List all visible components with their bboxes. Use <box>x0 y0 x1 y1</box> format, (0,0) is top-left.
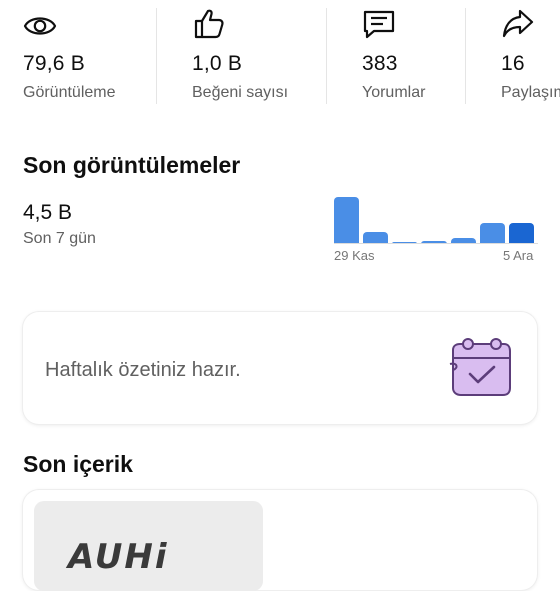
likes-value: 1,0 B <box>192 52 243 75</box>
shares-label: Paylaşım <box>501 84 560 101</box>
content-thumbnail[interactable]: AUHi <box>34 501 263 591</box>
share-icon <box>502 9 534 38</box>
recent-views-period: Son 7 gün <box>23 230 96 247</box>
divider <box>156 8 157 104</box>
chart-baseline <box>334 243 538 244</box>
weekly-summary-card[interactable]: Haftalık özetiniz hazır. <box>23 312 537 424</box>
likes-label: Beğeni sayısı <box>192 84 289 101</box>
recent-content-card[interactable]: AUHi <box>23 490 537 591</box>
comments-value: 383 <box>362 52 398 75</box>
chart-start-label: 29 Kas <box>334 248 375 263</box>
divider <box>326 8 327 104</box>
stats-row: 79,6 B Görüntüleme 1,0 B Beğeni sayısı 3… <box>0 0 560 108</box>
thumbs-up-icon <box>194 9 224 39</box>
chart-bar <box>479 223 505 244</box>
views-bar-chart[interactable] <box>334 194 538 244</box>
shares-value: 16 <box>501 52 525 75</box>
calendar-check-icon <box>449 338 511 396</box>
eye-icon <box>23 17 57 35</box>
thumbnail-text: AUHi <box>68 537 169 577</box>
chart-end-label: 5 Ara <box>503 248 534 263</box>
recent-views-value: 4,5 B <box>23 201 73 224</box>
views-label: Görüntüleme <box>23 84 116 101</box>
weekly-summary-text: Haftalık özetiniz hazır. <box>45 359 241 381</box>
comments-label: Yorumlar <box>362 84 426 101</box>
divider <box>465 8 466 104</box>
recent-content-title: Son içerik <box>23 451 133 477</box>
views-value: 79,6 B <box>23 52 85 75</box>
comment-icon <box>363 10 395 39</box>
recent-views-title: Son görüntülemeler <box>23 152 241 178</box>
chart-bar <box>334 197 360 244</box>
chart-bar <box>508 223 534 244</box>
